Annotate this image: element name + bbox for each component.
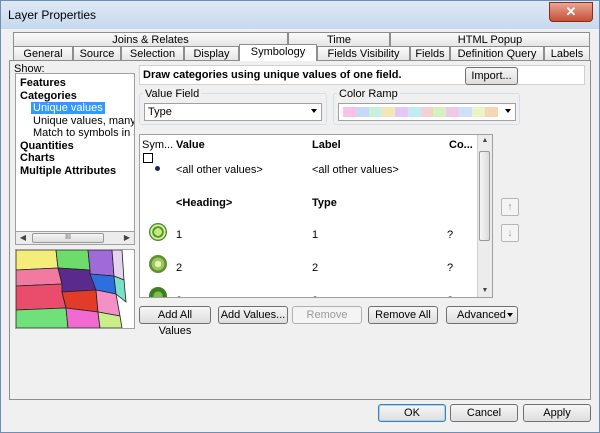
color-ramp-stop (381, 107, 395, 117)
value-field-value: Type (148, 106, 172, 118)
chevron-down-icon[interactable] (505, 109, 511, 113)
tree-item-match-to-symbols[interactable]: Match to symbols in a style (33, 127, 134, 139)
column-header-count[interactable]: Co... (449, 139, 473, 151)
tree-item-charts[interactable]: Charts (20, 152, 55, 164)
color-ramp-combo[interactable] (338, 103, 516, 121)
value-field-label: Value Field (143, 88, 202, 100)
color-ramp-stop (433, 107, 447, 117)
tab-source[interactable]: Source (73, 46, 121, 60)
move-down-icon[interactable]: ↓ (501, 224, 519, 242)
value-field-combo[interactable]: Type (144, 103, 322, 121)
column-header-label[interactable]: Label (312, 139, 341, 151)
add-values-button[interactable]: Add Values... (218, 306, 288, 324)
symbol-grid: Sym... Value Label Co... <all other valu… (139, 134, 493, 298)
all-other-values-value[interactable]: <all other values> (176, 164, 263, 176)
window-title: Layer Properties (8, 8, 97, 22)
checkbox-all-other[interactable] (143, 153, 153, 163)
grid-vertical-scrollbar[interactable]: ▲ ▼ (477, 135, 492, 297)
color-ramp-group: Color Ramp (333, 88, 520, 125)
color-ramp-stop (472, 107, 486, 117)
chevron-down-icon (507, 313, 513, 317)
symbology-description: Draw categories using unique values of o… (139, 65, 585, 85)
column-header-value[interactable]: Value (176, 139, 205, 151)
grid-scroll-thumb[interactable] (479, 151, 490, 241)
color-ramp-stop (459, 107, 473, 117)
layer-properties-window: Layer Properties ✕ Joins & Relates Time … (0, 0, 600, 433)
dialog-client: Joins & Relates Time HTML Popup General … (5, 29, 595, 429)
cancel-button[interactable]: Cancel (450, 404, 518, 422)
all-other-values-label[interactable]: <all other values> (312, 164, 399, 176)
close-button[interactable]: ✕ (549, 2, 593, 22)
row-3-label[interactable]: 3 (312, 295, 318, 297)
tree-item-unique-values-many-fields[interactable]: Unique values, many fields (33, 115, 134, 127)
leaf-symbol-icon[interactable] (149, 287, 167, 297)
map-preview-image (15, 249, 135, 329)
point-symbol-icon[interactable] (155, 166, 160, 171)
tab-fields[interactable]: Fields (410, 46, 450, 60)
chevron-down-icon[interactable] (311, 109, 317, 113)
leaf-symbol-icon[interactable] (149, 255, 167, 273)
tab-fields-visibility[interactable]: Fields Visibility (317, 46, 410, 60)
color-ramp-stop (355, 107, 369, 117)
advanced-button[interactable]: Advanced (446, 306, 518, 324)
tab-selection[interactable]: Selection (121, 46, 184, 60)
tree-item-features[interactable]: Features (20, 77, 66, 89)
move-up-icon[interactable]: ↑ (501, 198, 519, 216)
row-2-label[interactable]: 2 (312, 262, 318, 274)
color-ramp-stop (446, 107, 460, 117)
show-tree: Features Categories Unique values Unique… (15, 73, 135, 245)
row-1-value[interactable]: 1 (176, 229, 182, 241)
color-ramp-label: Color Ramp (337, 88, 400, 100)
color-ramp-stop (485, 107, 499, 117)
row-3-value[interactable]: 3 (176, 295, 182, 297)
row-1-count[interactable]: ? (447, 229, 453, 241)
row-1-label[interactable]: 1 (312, 229, 318, 241)
tab-labels[interactable]: Labels (544, 46, 590, 60)
scroll-left-icon[interactable]: ◀ (16, 232, 30, 244)
value-field-group: Value Field Type (139, 88, 327, 125)
tree-item-unique-values[interactable]: Unique values (31, 102, 105, 114)
color-ramp-swatch (343, 107, 499, 117)
scroll-thumb[interactable]: III (32, 233, 104, 243)
symbology-description-text: Draw categories using unique values of o… (143, 69, 402, 81)
add-all-values-button[interactable]: Add All Values (139, 306, 211, 337)
remove-all-button[interactable]: Remove All (368, 306, 438, 324)
ok-button[interactable]: OK (378, 404, 446, 422)
title-bar[interactable]: Layer Properties ✕ (1, 1, 599, 29)
tab-symbology[interactable]: Symbology (239, 44, 317, 61)
tab-display[interactable]: Display (184, 46, 239, 60)
color-ramp-stop (394, 107, 408, 117)
tree-item-categories[interactable]: Categories (20, 90, 77, 102)
row-2-value[interactable]: 2 (176, 262, 182, 274)
leaf-symbol-icon[interactable] (149, 223, 167, 241)
tab-general[interactable]: General (13, 46, 73, 60)
column-header-symbol[interactable]: Sym... (142, 139, 173, 151)
scroll-up-icon[interactable]: ▲ (478, 135, 492, 147)
row-3-count[interactable]: ? (447, 295, 453, 297)
remove-button[interactable]: Remove (292, 306, 362, 324)
color-ramp-stop (368, 107, 382, 117)
apply-button[interactable]: Apply (523, 404, 591, 422)
tree-horizontal-scrollbar[interactable]: ◀ III ▶ (15, 231, 135, 245)
heading-label[interactable]: Type (312, 197, 337, 209)
advanced-label: Advanced (457, 309, 506, 321)
color-ramp-stop (407, 107, 421, 117)
scroll-right-icon[interactable]: ▶ (120, 232, 134, 244)
color-ramp-stop (420, 107, 434, 117)
row-2-count[interactable]: ? (447, 262, 453, 274)
tab-definition-query[interactable]: Definition Query (450, 46, 544, 60)
color-ramp-stop (343, 107, 356, 117)
tab-html-popup[interactable]: HTML Popup (390, 32, 590, 46)
tree-item-quantities[interactable]: Quantities (20, 140, 74, 152)
tree-item-multiple-attributes[interactable]: Multiple Attributes (20, 165, 116, 177)
import-button[interactable]: Import... (465, 67, 518, 85)
heading-value[interactable]: <Heading> (176, 197, 232, 209)
scroll-down-icon[interactable]: ▼ (478, 285, 492, 297)
